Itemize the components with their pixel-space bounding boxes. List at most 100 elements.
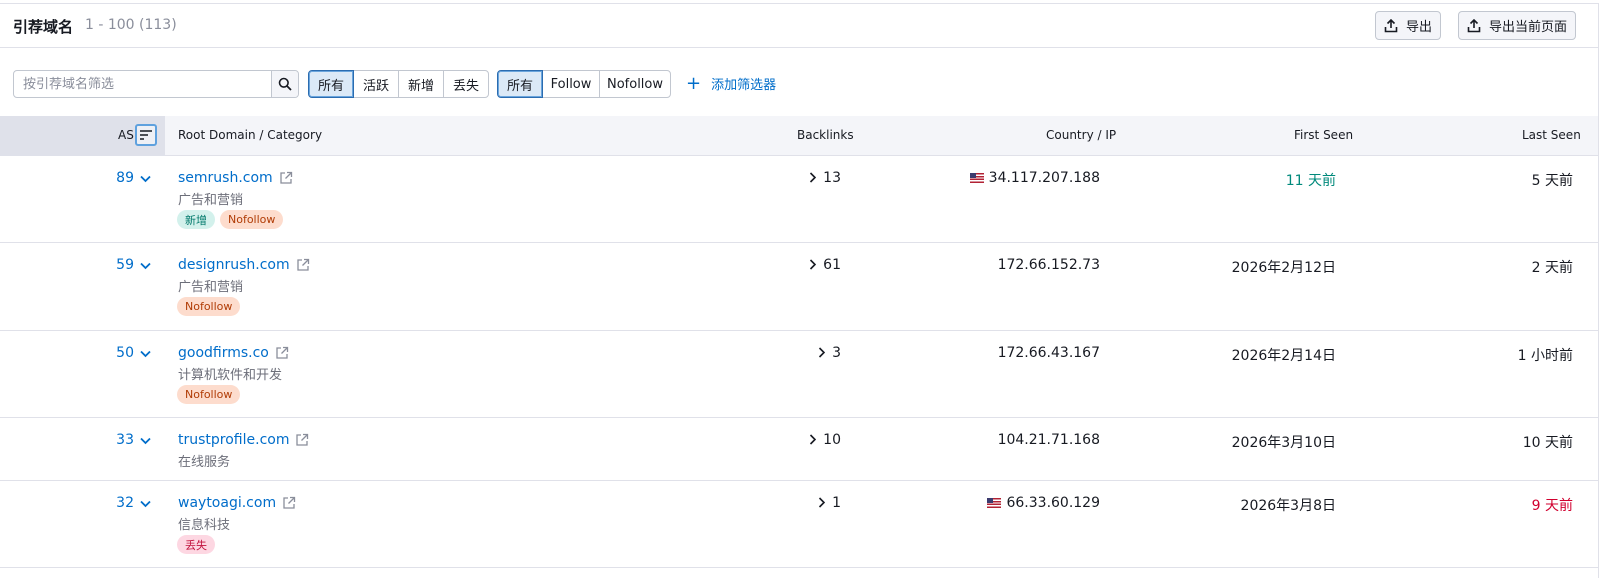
backlinks-count: 10 <box>823 432 841 448</box>
category: 在线服务 <box>178 455 231 470</box>
tag-list: 新增 Nofollow <box>177 210 284 229</box>
last-seen: 5 天前 <box>1531 173 1573 189</box>
first-seen: 2026年2月12日 <box>1231 260 1336 276</box>
chevron-right-icon[interactable] <box>809 434 816 445</box>
chevron-down-icon[interactable] <box>140 500 151 508</box>
chevron-right-icon[interactable] <box>818 497 825 508</box>
last-seen: 2 天前 <box>1531 260 1573 276</box>
col-as[interactable]: AS <box>118 128 134 142</box>
table-row: 59 designrush.com 广告和营销 Nofollow 61 172.… <box>0 243 1598 331</box>
export-page-button[interactable]: 导出当前页面 <box>1458 11 1577 40</box>
country-ip: 66.33.60.129 <box>987 495 1100 511</box>
col-backlinks[interactable]: Backlinks <box>797 128 854 142</box>
chevron-down-icon[interactable] <box>140 175 151 183</box>
backlinks-count: 61 <box>823 257 841 273</box>
table-row: 50 goodfirms.co 计算机软件和开发 Nofollow 3 172.… <box>0 331 1598 418</box>
domain-name: semrush.com <box>178 170 273 186</box>
follow-filter: 所有 Follow Nofollow <box>497 70 671 98</box>
first-seen: 2026年3月10日 <box>1231 435 1336 451</box>
domain-link[interactable]: trustprofile.com <box>178 432 309 448</box>
ip-address: 104.21.71.168 <box>997 432 1100 448</box>
table-row: 33 trustprofile.com 在线服务 10 104.21.71.16… <box>0 418 1598 481</box>
chevron-down-icon[interactable] <box>140 262 151 270</box>
status-all[interactable]: 所有 <box>308 70 354 98</box>
export-page-label: 导出当前页面 <box>1489 20 1568 35</box>
country-ip: 172.66.43.167 <box>998 345 1100 361</box>
chevron-right-icon[interactable] <box>809 259 816 270</box>
col-country-ip[interactable]: Country / IP <box>1046 128 1116 142</box>
chevron-right-icon[interactable] <box>809 172 816 183</box>
status-lost[interactable]: 丢失 <box>443 70 489 98</box>
domain-link[interactable]: waytoagi.com <box>178 495 296 511</box>
export-label: 导出 <box>1406 20 1433 35</box>
as-score[interactable]: 33 <box>116 432 134 448</box>
as-score[interactable]: 59 <box>116 257 134 273</box>
search-button[interactable] <box>271 71 298 97</box>
tag-lost: 丢失 <box>177 535 215 554</box>
ip-address: 66.33.60.129 <box>1006 495 1100 511</box>
backlinks-count: 3 <box>832 345 841 361</box>
ip-address: 172.66.152.73 <box>997 257 1100 273</box>
first-seen: 2026年3月8日 <box>1240 498 1336 514</box>
tag-nofollow: Nofollow <box>177 297 241 316</box>
plus-icon: + <box>686 72 702 94</box>
col-first-seen[interactable]: First Seen <box>1294 128 1353 142</box>
as-score[interactable]: 50 <box>116 345 134 361</box>
tag-nofollow: Nofollow <box>220 210 284 229</box>
domain-link[interactable]: goodfirms.co <box>178 345 289 361</box>
domain-search <box>13 70 299 98</box>
panel-header: 引荐域名 1 - 100 (113) 导出 导出当前页面 <box>0 4 1598 48</box>
backlinks-count: 13 <box>823 170 841 186</box>
follow-nofollow[interactable]: Nofollow <box>599 70 671 98</box>
tag-new: 新增 <box>177 210 215 229</box>
external-link-icon <box>296 433 309 446</box>
status-filter: 所有 活跃 新增 丢失 <box>308 70 489 98</box>
external-link-icon <box>280 171 292 184</box>
page-title: 引荐域名 <box>13 18 74 36</box>
domain-link[interactable]: designrush.com <box>178 257 310 273</box>
follow-follow[interactable]: Follow <box>542 70 600 98</box>
table-row: 32 waytoagi.com 信息科技 丢失 1 66.33.60.129 2… <box>0 481 1598 568</box>
country-ip: 104.21.71.168 <box>998 432 1100 448</box>
result-count: 1 - 100 (113) <box>85 17 177 33</box>
export-icon <box>1467 18 1481 32</box>
chevron-right-icon[interactable] <box>818 347 825 358</box>
col-domain[interactable]: Root Domain / Category <box>178 128 322 142</box>
last-seen: 9 天前 <box>1531 498 1573 514</box>
external-link-icon <box>283 496 296 509</box>
first-seen: 11 天前 <box>1285 173 1336 189</box>
chevron-down-icon[interactable] <box>140 350 151 358</box>
category: 信息科技 <box>178 518 231 533</box>
as-score[interactable]: 89 <box>116 170 134 186</box>
export-button[interactable]: 导出 <box>1375 11 1442 40</box>
tag-list: 丢失 <box>177 535 215 554</box>
sort-button[interactable] <box>135 124 157 146</box>
status-active[interactable]: 活跃 <box>353 70 399 98</box>
domain-name: waytoagi.com <box>178 495 277 511</box>
col-last-seen[interactable]: Last Seen <box>1522 128 1581 142</box>
category: 广告和营销 <box>178 193 244 208</box>
chevron-down-icon[interactable] <box>140 437 151 445</box>
domain-name: designrush.com <box>178 257 290 273</box>
as-score[interactable]: 32 <box>116 495 134 511</box>
domain-link[interactable]: semrush.com <box>178 170 293 186</box>
external-link-icon <box>296 258 309 271</box>
domain-name: goodfirms.co <box>178 345 269 361</box>
search-input[interactable] <box>14 71 272 97</box>
status-new[interactable]: 新增 <box>398 70 444 98</box>
table-header: AS Root Domain / Category Backlinks Coun… <box>0 116 1598 156</box>
export-icon <box>1384 18 1398 32</box>
tag-nofollow: Nofollow <box>177 385 241 404</box>
add-filter-button[interactable]: + 添加筛选器 <box>686 74 776 93</box>
follow-all[interactable]: 所有 <box>497 70 543 98</box>
domain-name: trustprofile.com <box>178 432 290 448</box>
scrollbar[interactable] <box>1599 0 1612 578</box>
last-seen: 10 天前 <box>1522 435 1573 451</box>
category: 广告和营销 <box>178 280 244 295</box>
ip-address: 172.66.43.167 <box>997 345 1100 361</box>
sort-icon <box>140 130 152 140</box>
backlinks-count: 1 <box>832 495 841 511</box>
tag-list: Nofollow <box>177 385 241 404</box>
last-seen: 1 小时前 <box>1517 348 1573 364</box>
ip-address: 34.117.207.188 <box>988 170 1100 186</box>
